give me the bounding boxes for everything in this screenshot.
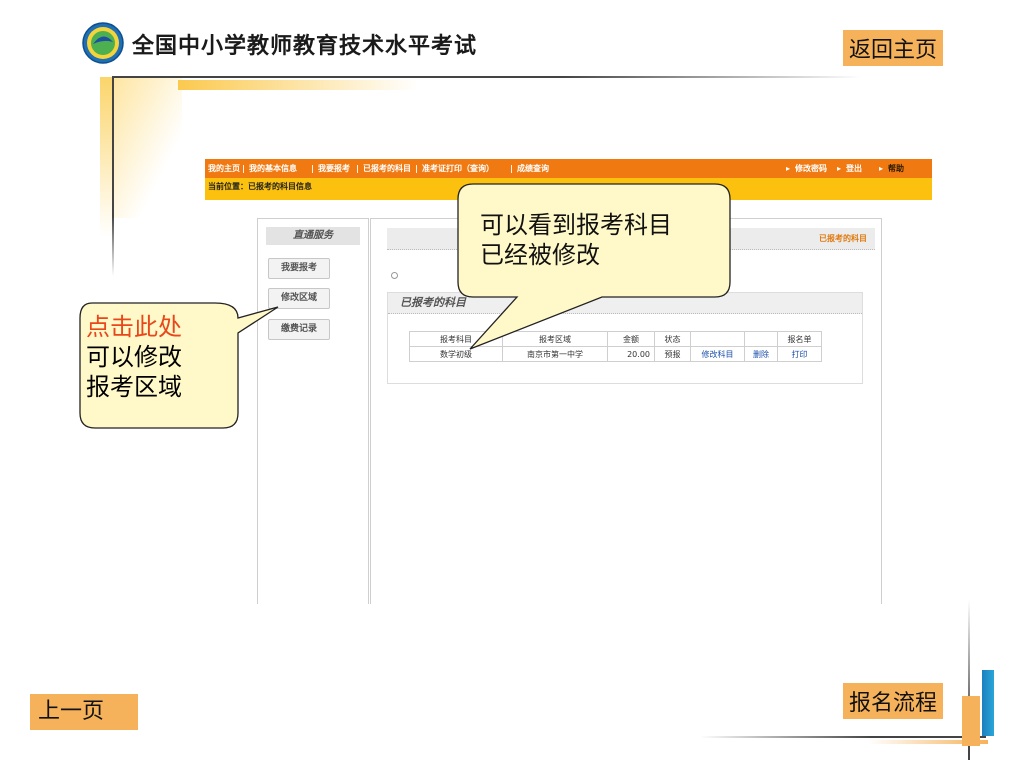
callout-left-line: 可以修改	[86, 343, 182, 371]
callout-right-line: 可以看到报考科目	[480, 211, 672, 239]
footer-divider	[700, 736, 986, 738]
callout-left-highlight: 点击此处	[86, 313, 182, 341]
callout-right: 可以看到报考科目 已经被修改	[480, 210, 730, 270]
registration-flow-button[interactable]: 报名流程	[843, 683, 944, 719]
callout-right-line: 已经被修改	[480, 241, 600, 269]
prev-page-button[interactable]: 上一页	[30, 694, 138, 730]
callout-left: 点击此处 可以修改 报考区域	[86, 312, 236, 402]
callout-left-line: 报考区域	[86, 373, 182, 401]
footer-blue-bar	[982, 670, 994, 736]
footer-yellow-bar	[962, 696, 980, 746]
